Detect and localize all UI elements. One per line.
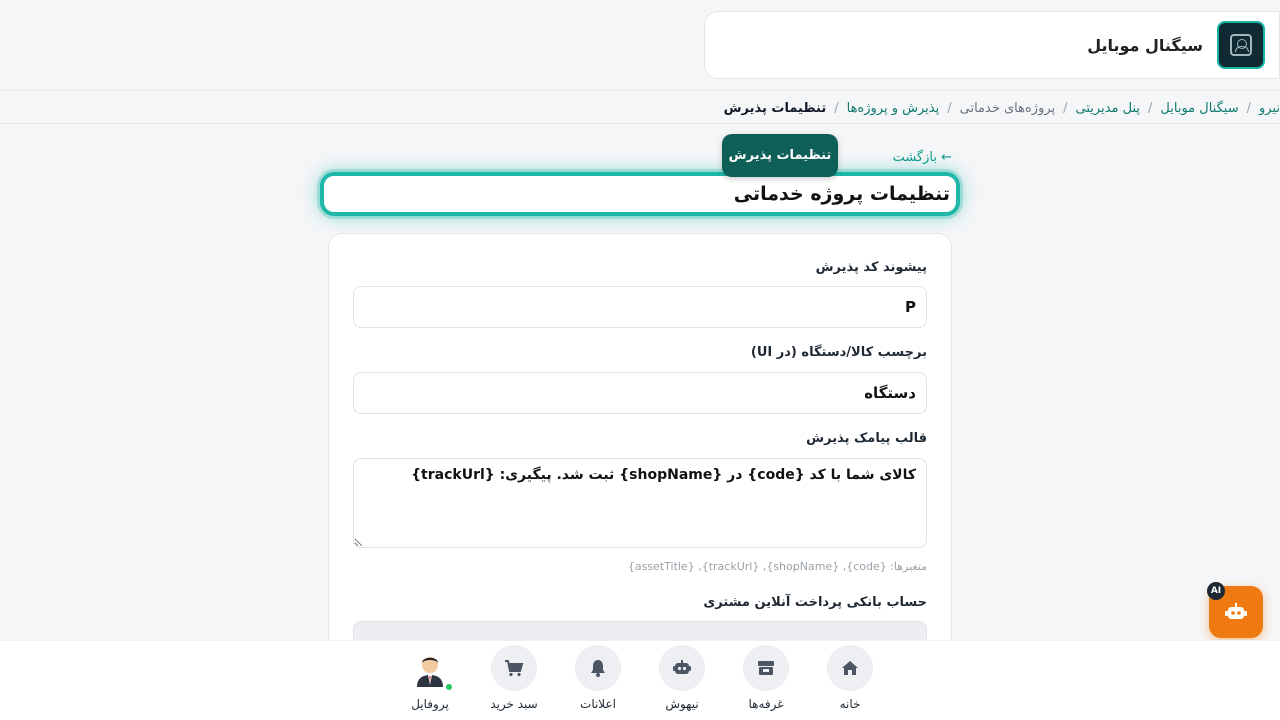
nav-label-notifications: اعلانات [580, 697, 616, 711]
breadcrumb-item-admin[interactable]: پنل مدیریتی [1076, 101, 1140, 116]
header-card: سیگنال موبایل [704, 11, 1280, 79]
breadcrumb-item-shop[interactable]: سیگنال موبایل [1160, 101, 1238, 116]
breadcrumb-item-current: تنظیمات پذیرش [723, 100, 827, 116]
ai-badge: AI [1207, 582, 1225, 600]
home-icon [842, 661, 858, 675]
breadcrumb-separator: / [947, 100, 952, 116]
shop-logo[interactable] [1217, 21, 1265, 69]
breadcrumb-separator: / [1063, 100, 1068, 116]
bell-icon [591, 660, 605, 677]
asset-label-input[interactable] [353, 372, 927, 414]
robot-icon [673, 660, 691, 674]
back-link[interactable]: ← بازگشت [890, 150, 952, 165]
profile-icon [1230, 34, 1252, 56]
sms-template-textarea[interactable]: کالای شما با کد {code} در {shopName} ثبت… [353, 458, 927, 548]
nav-label-home: خانه [839, 697, 861, 711]
breadcrumb-item-root[interactable]: نیرو [1259, 101, 1280, 116]
shop-name: سیگنال موبایل [1087, 35, 1203, 55]
nav-label-stores: غرفه‌ها [748, 697, 784, 711]
bank-account-label: حساب بانکی پرداخت آنلاین مشتری [703, 595, 927, 610]
nav-label-profile: پروفایل [411, 697, 449, 711]
avatar [407, 645, 453, 691]
robot-icon [1225, 603, 1247, 619]
nav-label-ai: نیهوش [665, 697, 699, 711]
nav-item-profile[interactable]: پروفایل [395, 645, 465, 711]
nav-item-cart[interactable]: سبد خرید [479, 645, 549, 711]
tour-tooltip: تنظیمات پذیرش [722, 134, 838, 177]
nav-item-notifications[interactable]: اعلانات [563, 645, 633, 711]
prefix-label: پیشوند کد پذیرش [815, 260, 927, 275]
sms-template-label: قالب پیامک پذیرش [806, 431, 927, 446]
breadcrumb-bar: نیرو / سیگنال موبایل / پنل مدیریتی / پرو… [0, 90, 1280, 124]
breadcrumb-separator: / [1148, 100, 1153, 116]
breadcrumb-separator: / [1246, 100, 1251, 116]
asset-label: برچسب کالا/دستگاه (در UI) [750, 345, 927, 360]
page-title: تنظیمات پروژه خدماتی [733, 183, 950, 205]
prefix-input[interactable] [353, 286, 927, 328]
breadcrumb: نیرو / سیگنال موبایل / پنل مدیریتی / پرو… [724, 91, 1280, 125]
nav-label-cart: سبد خرید [490, 697, 538, 711]
breadcrumb-item-service-projects: پروژه‌های خدماتی [959, 100, 1056, 116]
sms-variables-hint: متغیرها: {code}, {shopName}, {trackUrl},… [627, 560, 927, 573]
cart-icon [505, 660, 524, 677]
bottom-nav: خانه غرفه‌ها نیهوش [0, 640, 1280, 720]
breadcrumb-item-reception[interactable]: پذیرش و پروژه‌ها [847, 101, 940, 116]
nav-item-stores[interactable]: غرفه‌ها [731, 645, 801, 711]
ai-assistant-button[interactable]: AI [1207, 582, 1263, 638]
online-status-dot [445, 683, 453, 691]
settings-form-card: پیشوند کد پذیرش برچسب کالا/دستگاه (در UI… [328, 233, 952, 655]
nav-item-ai[interactable]: نیهوش [647, 645, 717, 711]
nav-item-home[interactable]: خانه [815, 645, 885, 711]
breadcrumb-separator: / [834, 100, 839, 116]
page-title-box: تنظیمات پروژه خدماتی [320, 172, 960, 216]
store-icon [758, 661, 774, 675]
